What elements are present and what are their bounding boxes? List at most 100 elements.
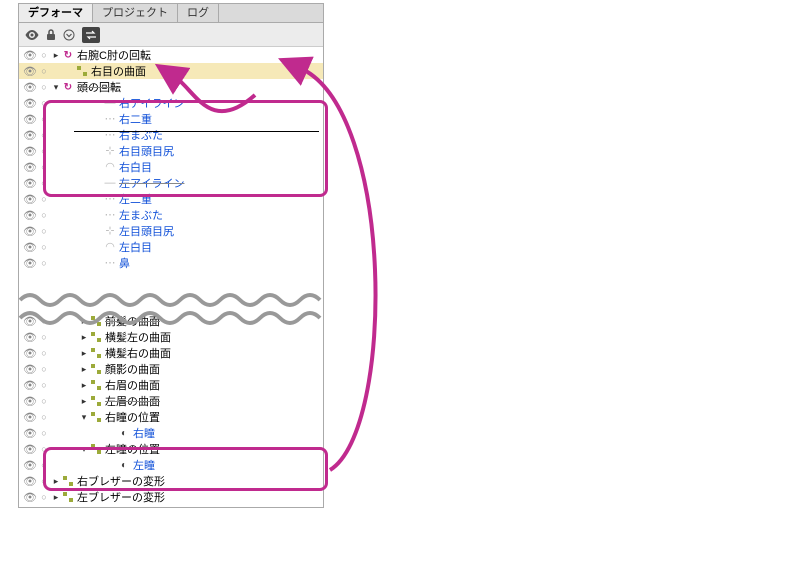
row-label: 横髪右の曲面 <box>103 345 171 361</box>
annotation-box <box>43 447 328 491</box>
tree-row[interactable]: 👁 ⋯ 左まぶた <box>19 207 323 223</box>
eye-icon[interactable]: 👁 <box>23 491 37 504</box>
mesh-icon: ⋯ <box>103 210 117 221</box>
surface-icon <box>89 332 103 342</box>
row-label: 顔影の曲面 <box>103 361 160 377</box>
tree-row[interactable]: 👁 前髪の曲面 <box>19 313 323 329</box>
tab-deformer[interactable]: デフォーマ <box>19 4 93 22</box>
eye-icon[interactable]: 👁 <box>23 209 37 222</box>
eye-icon[interactable]: 👁 <box>23 395 37 408</box>
select-dot[interactable] <box>37 413 51 422</box>
eye-icon[interactable]: 👁 <box>23 225 37 238</box>
caret-icon[interactable] <box>79 316 89 327</box>
eye-icon[interactable]: 👁 <box>23 113 37 126</box>
caret-icon[interactable] <box>51 492 61 503</box>
caret-icon[interactable] <box>79 332 89 343</box>
mesh-icon: ◠ <box>103 242 117 253</box>
surface-icon <box>89 412 103 422</box>
row-label: 左目頭目尻 <box>117 223 174 239</box>
surface-icon <box>89 348 103 358</box>
point-icon <box>117 428 131 439</box>
rotation-icon: ↻ <box>61 82 75 93</box>
tree-row[interactable]: 👁 左ブレザーの変形 <box>19 489 323 505</box>
eye-icon[interactable]: 👁 <box>23 145 37 158</box>
select-dot[interactable] <box>37 397 51 406</box>
caret-icon[interactable] <box>79 348 89 359</box>
surface-icon <box>89 316 103 326</box>
tree-row[interactable]: 👁 横髪右の曲面 <box>19 345 323 361</box>
eye-icon[interactable]: 👁 <box>23 49 37 62</box>
surface-icon <box>61 492 75 502</box>
select-dot[interactable] <box>37 349 51 358</box>
select-dot[interactable] <box>37 429 51 438</box>
caret-icon[interactable] <box>79 412 89 423</box>
eye-icon[interactable]: 👁 <box>23 363 37 376</box>
eye-icon[interactable]: 👁 <box>23 411 37 424</box>
tab-project[interactable]: プロジェクト <box>93 4 178 22</box>
tree-row[interactable]: 👁 右瞳 <box>19 425 323 441</box>
eye-icon[interactable]: 👁 <box>23 475 37 488</box>
toolbar <box>19 23 323 47</box>
select-dot[interactable] <box>37 51 51 60</box>
eye-icon[interactable]: 👁 <box>23 459 37 472</box>
caret-icon[interactable] <box>79 396 89 407</box>
tree-row[interactable]: 👁 横髪左の曲面 <box>19 329 323 345</box>
caret-icon[interactable] <box>51 82 61 93</box>
tab-bar: デフォーマ プロジェクト ログ <box>19 4 323 23</box>
select-dot[interactable] <box>37 333 51 342</box>
select-dot[interactable] <box>37 83 51 92</box>
row-label: 右瞳 <box>131 425 155 441</box>
caret-icon[interactable] <box>51 50 61 61</box>
caret-icon[interactable] <box>79 380 89 391</box>
row-label: 左ブレザーの変形 <box>75 489 165 505</box>
eye-icon[interactable]: 👁 <box>23 241 37 254</box>
surface-icon <box>89 396 103 406</box>
deformer-panel: デフォーマ プロジェクト ログ 👁 ↻ 右腕C肘の回転 👁 右目の曲面 <box>18 3 324 508</box>
select-dot[interactable] <box>37 243 51 252</box>
eye-icon[interactable]: 👁 <box>23 315 37 328</box>
tree-row[interactable]: 👁 ↻ 頭の回転 <box>19 79 323 95</box>
select-dot[interactable] <box>37 365 51 374</box>
select-dot[interactable] <box>37 317 51 326</box>
row-label: 横髪左の曲面 <box>103 329 171 345</box>
eye-icon[interactable]: 👁 <box>23 65 37 78</box>
visibility-icon[interactable] <box>25 30 39 40</box>
eye-icon[interactable]: 👁 <box>23 81 37 94</box>
expand-icon[interactable] <box>63 29 75 41</box>
tree-row[interactable]: 👁 右眉の曲面 <box>19 377 323 393</box>
caret-icon[interactable] <box>79 364 89 375</box>
tree-row[interactable]: 👁 ↻ 右腕C肘の回転 <box>19 47 323 63</box>
annotation-box <box>43 100 328 197</box>
tab-log[interactable]: ログ <box>178 4 219 22</box>
tree-row[interactable]: 👁 左眉の曲面 <box>19 393 323 409</box>
eye-icon[interactable]: 👁 <box>23 347 37 360</box>
eye-icon[interactable]: 👁 <box>23 129 37 142</box>
eye-icon[interactable]: 👁 <box>23 193 37 206</box>
row-label: 頭の回転 <box>75 79 121 95</box>
tree-row[interactable]: 👁 ⋯ 鼻 <box>19 255 323 271</box>
eye-icon[interactable]: 👁 <box>23 257 37 270</box>
select-dot[interactable] <box>37 493 51 502</box>
select-dot[interactable] <box>37 211 51 220</box>
tree-row[interactable]: 👁 顔影の曲面 <box>19 361 323 377</box>
tree-row[interactable]: 👁 ◠ 左白目 <box>19 239 323 255</box>
tree-row[interactable]: 👁 右目の曲面 <box>19 63 323 79</box>
row-label: 鼻 <box>117 255 130 271</box>
select-dot[interactable] <box>37 67 51 76</box>
eye-icon[interactable]: 👁 <box>23 443 37 456</box>
eye-icon[interactable]: 👁 <box>23 177 37 190</box>
eye-icon[interactable]: 👁 <box>23 379 37 392</box>
select-dot[interactable] <box>37 227 51 236</box>
eye-icon[interactable]: 👁 <box>23 161 37 174</box>
tree-row[interactable]: 👁 ⊹ 左目頭目尻 <box>19 223 323 239</box>
select-dot[interactable] <box>37 259 51 268</box>
eye-icon[interactable]: 👁 <box>23 427 37 440</box>
eye-icon[interactable]: 👁 <box>23 97 37 110</box>
row-label: 右目の曲面 <box>89 63 146 79</box>
lock-icon[interactable] <box>46 29 56 41</box>
tree-row[interactable]: 👁 右瞳の位置 <box>19 409 323 425</box>
select-dot[interactable] <box>37 381 51 390</box>
swap-button[interactable] <box>82 27 100 43</box>
row-label: 右眉の曲面 <box>103 377 160 393</box>
eye-icon[interactable]: 👁 <box>23 331 37 344</box>
